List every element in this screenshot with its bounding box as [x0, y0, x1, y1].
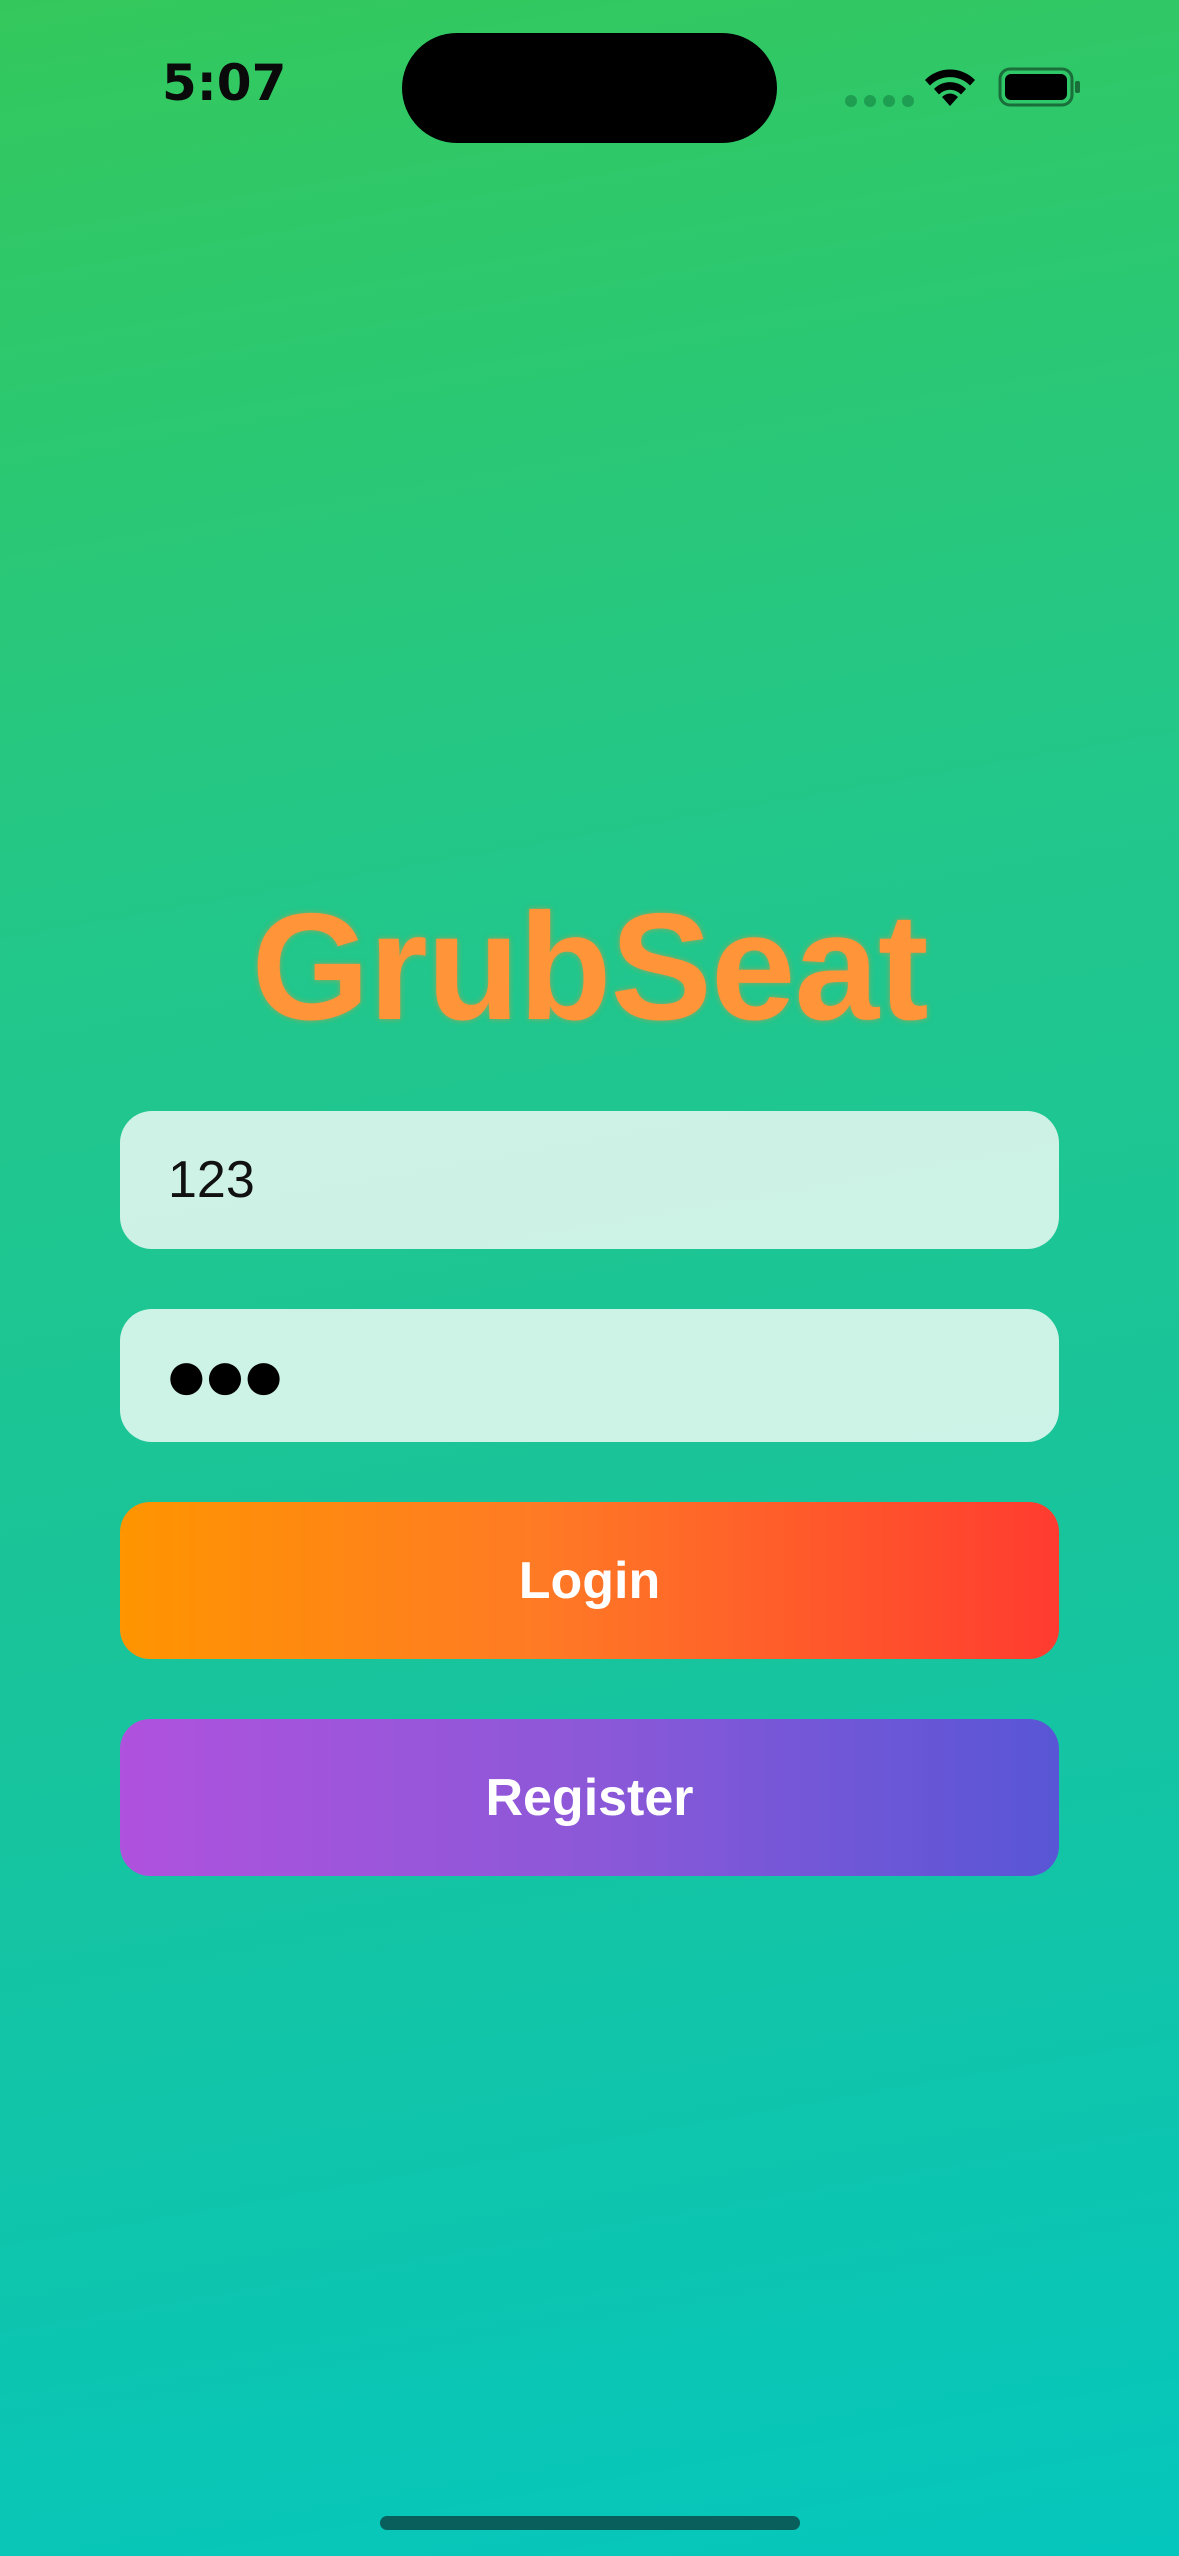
- username-input[interactable]: 123: [120, 1111, 1059, 1249]
- app-title: GrubSeat: [251, 882, 928, 1052]
- register-button-label: Register: [485, 1768, 694, 1827]
- dynamic-island: [402, 33, 777, 143]
- home-indicator[interactable]: [380, 2516, 800, 2530]
- wifi-icon: [925, 69, 975, 106]
- password-value: ●●●: [168, 1351, 284, 1400]
- login-button[interactable]: Login: [120, 1502, 1059, 1659]
- status-time: 5:07: [162, 54, 287, 112]
- username-value: 123: [168, 1151, 255, 1209]
- password-input[interactable]: ●●●: [120, 1309, 1059, 1442]
- login-button-label: Login: [518, 1551, 661, 1610]
- signal-dots-icon: [845, 95, 914, 107]
- battery-icon: [998, 67, 1080, 107]
- register-button[interactable]: Register: [120, 1719, 1059, 1876]
